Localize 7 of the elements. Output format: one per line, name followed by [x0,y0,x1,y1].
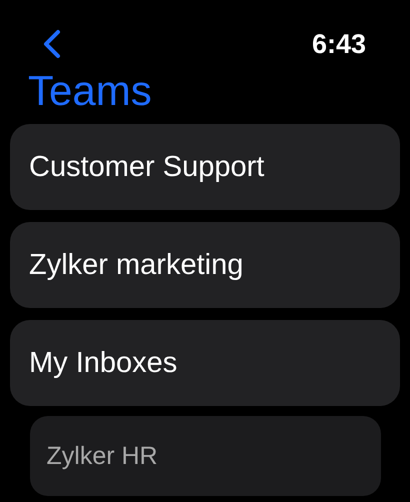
chevron-left-icon [42,29,62,59]
clock-time: 6:43 [312,28,366,60]
team-item[interactable]: Zylker marketing [10,222,400,308]
team-item[interactable]: My Inboxes [10,320,400,406]
team-item[interactable]: Customer Support [10,124,400,210]
team-item[interactable]: Zylker HR [30,416,380,496]
page-title: Teams [28,66,153,116]
